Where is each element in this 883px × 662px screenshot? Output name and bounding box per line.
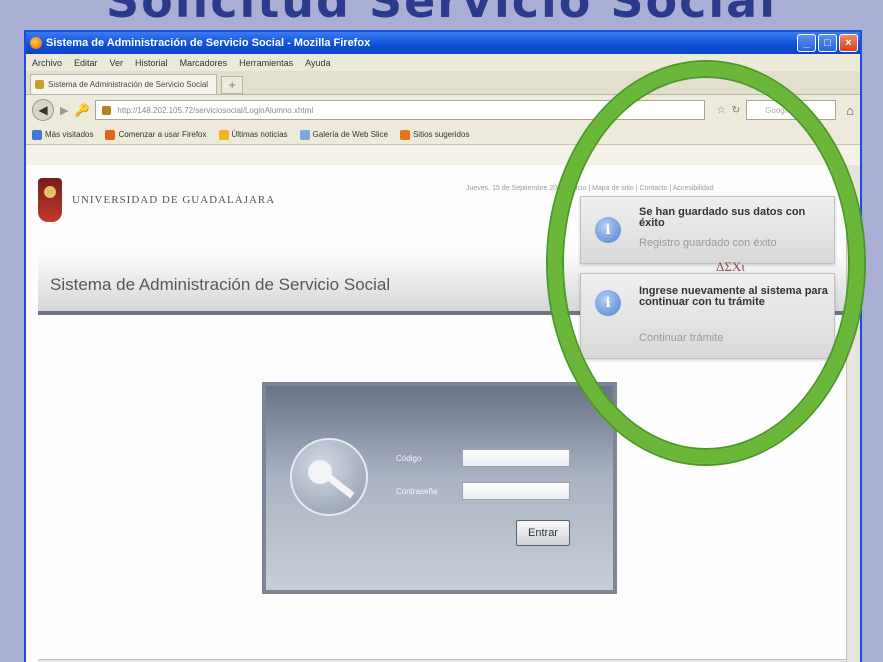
notification-subtitle: Continuar trámite	[639, 332, 724, 344]
maximize-button[interactable]: □	[818, 34, 837, 52]
notification-saved[interactable]: i Se han guardado sus datos con éxito Re…	[580, 196, 835, 264]
site-favicon-icon	[102, 105, 112, 115]
url-bar-actions: ☆ ↻	[717, 105, 740, 116]
bookmark-item[interactable]: Comenzar a usar Firefox	[105, 129, 207, 140]
menu-ayuda[interactable]: Ayuda	[305, 58, 330, 68]
enter-button[interactable]: Entrar	[516, 520, 570, 546]
bookmark-label: Últimas noticias	[231, 130, 288, 139]
window-title: Sistema de Administración de Servicio So…	[46, 37, 371, 49]
bookmark-icon	[218, 129, 229, 140]
slide-title: Solicitud Servicio Social	[0, 0, 883, 24]
top-links[interactable]: Jueves, 15 de Septiembre 2011 | Inicio |…	[466, 185, 714, 192]
tab-bar: Sistema de Administración de Servicio So…	[26, 71, 860, 95]
bookmark-icon	[299, 129, 310, 140]
search-placeholder: Google	[765, 105, 791, 115]
password-input[interactable]	[462, 482, 570, 500]
tab-label: Sistema de Administración de Servicio So…	[48, 80, 209, 89]
menu-marcadores[interactable]: Marcadores	[180, 58, 228, 68]
tab-active[interactable]: Sistema de Administración de Servicio So…	[30, 74, 218, 94]
notification-title: Ingrese nuevamente al sistema para conti…	[639, 285, 828, 308]
bookmark-item[interactable]: Últimas noticias	[218, 129, 288, 140]
vertical-scrollbar[interactable]	[846, 165, 860, 662]
firefox-icon	[30, 37, 42, 49]
bookmark-icon	[105, 129, 116, 140]
bookmark-label: Galería de Web Slice	[312, 130, 388, 139]
password-label: Contraseña	[396, 487, 438, 496]
notification-title: Se han guardado sus datos con éxito	[639, 206, 806, 229]
bookmark-label: Comenzar a usar Firefox	[118, 130, 207, 139]
star-icon[interactable]: ☆	[717, 105, 726, 116]
window-titlebar[interactable]: Sistema de Administración de Servicio So…	[26, 32, 860, 54]
url-text: http://148.202.105.72/serviciosocial/Log…	[117, 105, 314, 115]
reload-icon[interactable]: ↻	[732, 105, 740, 116]
bookmark-icon	[32, 129, 42, 140]
search-input[interactable]: Google	[746, 100, 837, 120]
bookmark-label: Sitios sugeridos	[412, 130, 470, 139]
bookmark-item[interactable]: Galería de Web Slice	[299, 129, 388, 140]
key-emblem-icon	[290, 438, 368, 516]
home-icon[interactable]: ⌂	[846, 103, 854, 118]
navigation-bar: ◀ ▶ 🔑 http://148.202.105.72/serviciosoci…	[26, 95, 860, 125]
new-tab-button[interactable]: +	[221, 76, 244, 94]
bookmarks-bar: Más visitados Comenzar a usar Firefox Úl…	[26, 125, 860, 145]
minimize-button[interactable]: _	[797, 34, 816, 52]
key-icon[interactable]: 🔑	[74, 103, 89, 117]
tab-favicon-icon	[35, 80, 44, 89]
menu-editar[interactable]: Editar	[74, 58, 98, 68]
notification-subtitle: Registro guardado con éxito	[639, 237, 777, 249]
url-bar[interactable]: http://148.202.105.72/serviciosocial/Log…	[95, 100, 705, 120]
menu-bar: Archivo Editar Ver Historial Marcadores …	[26, 54, 860, 71]
university-crest-icon	[38, 178, 62, 222]
bookmark-icon	[399, 129, 410, 140]
notification-continue[interactable]: i Ingrese nuevamente al sistema para con…	[580, 273, 835, 359]
menu-archivo[interactable]: Archivo	[32, 58, 62, 68]
forward-arrow-icon[interactable]: ▶	[60, 104, 68, 117]
login-panel: Código Contraseña Entrar	[262, 382, 617, 594]
bookmark-item[interactable]: Más visitados	[32, 129, 94, 140]
bookmark-item[interactable]: Sitios sugeridos	[399, 129, 470, 140]
bookmark-label: Más visitados	[45, 130, 94, 139]
menu-ver[interactable]: Ver	[110, 58, 124, 68]
info-icon: i	[595, 217, 621, 243]
back-arrow-icon[interactable]: ◀	[32, 99, 54, 121]
code-label: Código	[396, 454, 422, 463]
window-controls: _ □ ×	[797, 34, 858, 52]
university-name: UNIVERSIDAD DE GUADALAJARA	[72, 194, 276, 206]
menu-historial[interactable]: Historial	[135, 58, 168, 68]
code-input[interactable]	[462, 449, 570, 467]
info-icon: i	[595, 290, 621, 316]
page-title: Sistema de Administración de Servicio So…	[50, 275, 391, 294]
close-button[interactable]: ×	[839, 34, 858, 52]
menu-herramientas[interactable]: Herramientas	[239, 58, 293, 68]
